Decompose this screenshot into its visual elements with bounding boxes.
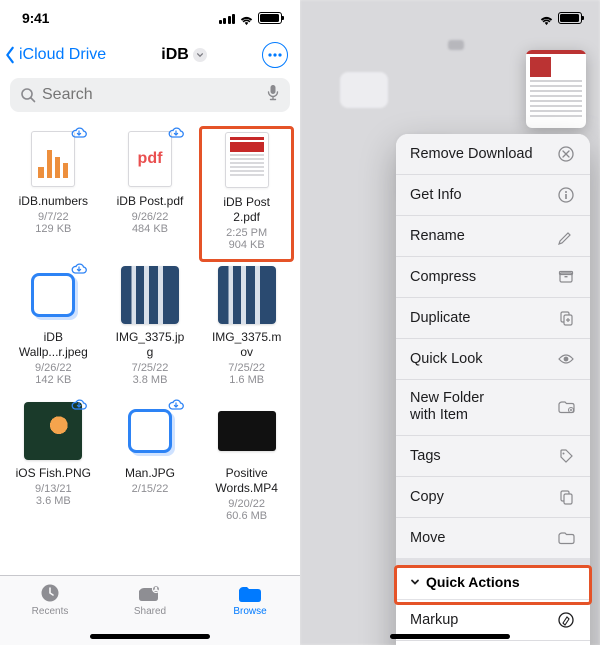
context-menu-screen: 9:41 Remove Download Get Info Rename	[300, 0, 600, 645]
file-item[interactable]: iDB.numbers 9/7/22 129 KB	[6, 126, 101, 262]
file-grid: iDB.numbers 9/7/22 129 KB pdf iDB Post.p…	[0, 122, 300, 534]
context-menu: Remove Download Get Info Rename Compress…	[396, 134, 590, 645]
menu-copy[interactable]: Copy	[396, 477, 590, 518]
tab-browse[interactable]: Browse	[205, 582, 295, 645]
search-input[interactable]	[42, 86, 260, 104]
folder-title-button[interactable]: iDB	[161, 46, 207, 64]
chevron-down-icon	[193, 48, 207, 62]
wifi-icon	[539, 13, 554, 24]
back-label: iCloud Drive	[19, 46, 106, 64]
menu-get-info[interactable]: Get Info	[396, 175, 590, 216]
menu-rename[interactable]: Rename	[396, 216, 590, 257]
dictate-icon[interactable]	[266, 84, 280, 107]
battery-icon	[258, 12, 282, 24]
pencil-icon	[556, 226, 576, 246]
cloud-icon	[70, 398, 88, 412]
menu-move[interactable]: Move	[396, 518, 590, 558]
home-indicator[interactable]	[390, 634, 510, 639]
file-item[interactable]: pdf iDB Post.pdf 9/26/22 484 KB	[103, 126, 198, 262]
file-preview-thumbnail[interactable]	[526, 50, 586, 128]
markup-icon	[556, 610, 576, 630]
folder-plus-icon	[556, 397, 576, 417]
file-item[interactable]: IMG_3375.m ov 7/25/22 1.6 MB	[199, 262, 294, 398]
nav-bar: iCloud Drive iDB	[0, 36, 300, 76]
cloud-icon	[167, 398, 185, 412]
file-item[interactable]: Man.JPG 2/15/22	[103, 398, 198, 534]
menu-quick-look[interactable]: Quick Look	[396, 339, 590, 380]
info-icon	[556, 185, 576, 205]
folder-title: iDB	[161, 46, 189, 64]
tab-bar: Recents Shared Browse	[0, 575, 300, 645]
archive-icon	[556, 267, 576, 287]
search-icon	[20, 87, 36, 103]
file-item[interactable]: Positive Words.MP4 9/20/22 60.6 MB	[199, 398, 294, 534]
cloud-icon	[167, 126, 185, 140]
remove-download-icon	[556, 144, 576, 164]
eye-icon	[556, 349, 576, 369]
quick-actions-header[interactable]: Quick Actions	[396, 565, 590, 600]
status-indicators	[219, 12, 283, 24]
file-item[interactable]: IMG_3375.jp g 7/25/22 3.8 MB	[103, 262, 198, 398]
files-app-screen: 9:41 iCloud Drive iDB iDB.numbers 9/7/22	[0, 0, 300, 645]
menu-duplicate[interactable]: Duplicate	[396, 298, 590, 339]
menu-tags[interactable]: Tags	[396, 436, 590, 477]
quick-action-optimize-file-size[interactable]: Optimize File Size	[396, 641, 590, 645]
duplicate-icon	[556, 308, 576, 328]
status-time: 9:41	[22, 10, 49, 26]
menu-remove-download[interactable]: Remove Download	[396, 134, 590, 175]
home-indicator[interactable]	[90, 634, 210, 639]
cloud-icon	[70, 126, 88, 140]
cellular-icon	[219, 13, 236, 24]
tab-recents[interactable]: Recents	[5, 582, 95, 645]
menu-compress[interactable]: Compress	[396, 257, 590, 298]
back-button[interactable]: iCloud Drive	[4, 46, 106, 64]
more-button[interactable]	[262, 42, 288, 68]
status-bar: 9:41	[0, 0, 300, 36]
cloud-icon	[70, 262, 88, 276]
chevron-down-icon	[410, 577, 420, 587]
wifi-icon	[239, 13, 254, 24]
copy-icon	[556, 487, 576, 507]
battery-icon	[558, 12, 582, 24]
search-bar[interactable]	[10, 78, 290, 112]
file-item[interactable]: iOS Fish.PNG 9/13/21 3.6 MB	[6, 398, 101, 534]
folder-icon	[556, 528, 576, 548]
file-item-selected[interactable]: iDB Post 2.pdf 2:25 PM 904 KB	[199, 126, 294, 262]
tag-icon	[556, 446, 576, 466]
menu-new-folder-with-item[interactable]: New Folder with Item	[396, 380, 590, 436]
file-item[interactable]: iDB Wallp...r.jpeg 9/26/22 142 KB	[6, 262, 101, 398]
